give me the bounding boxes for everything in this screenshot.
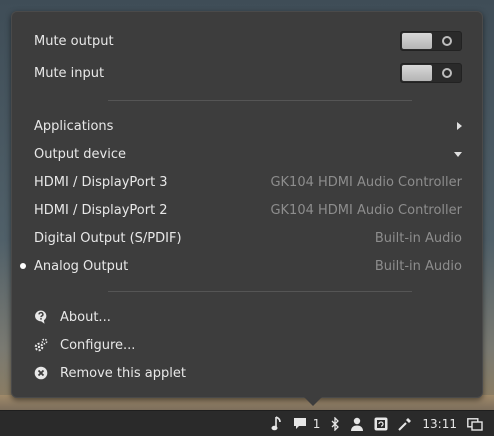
chevron-down-icon [454, 151, 462, 157]
popup-pointer [304, 397, 322, 406]
device-name: Analog Output [34, 258, 129, 274]
separator [108, 291, 412, 292]
music-note-icon[interactable] [271, 415, 283, 432]
sound-applet-menu: Mute output Mute input Applications Outp… [11, 11, 483, 398]
bluetooth-icon[interactable] [330, 416, 340, 431]
device-name: HDMI / DisplayPort 2 [34, 202, 168, 218]
mute-output-switch[interactable] [400, 31, 462, 51]
notifications-applet[interactable]: 1 [293, 416, 321, 431]
applications-submenu[interactable]: Applications [34, 112, 462, 140]
remove-applet-label: Remove this applet [60, 365, 186, 381]
gear-icon [34, 338, 48, 352]
window-list-icon[interactable] [467, 417, 483, 431]
device-item[interactable]: HDMI / DisplayPort 3 GK104 HDMI Audio Co… [34, 168, 462, 196]
mute-output-label: Mute output [34, 33, 114, 49]
update-icon[interactable] [374, 417, 388, 431]
about-label: About... [60, 309, 111, 325]
configure-label: Configure... [60, 337, 136, 353]
output-device-submenu[interactable]: Output device [34, 140, 462, 168]
mute-input-label: Mute input [34, 65, 105, 81]
remove-applet-menu-item[interactable]: Remove this applet [34, 359, 462, 387]
device-description: GK104 HDMI Audio Controller [270, 174, 462, 190]
mute-input-row[interactable]: Mute input [34, 59, 462, 87]
color-picker-icon[interactable] [398, 417, 412, 431]
output-device-label: Output device [34, 146, 126, 162]
device-name: HDMI / DisplayPort 3 [34, 174, 168, 190]
device-description: Built-in Audio [374, 258, 462, 274]
chat-icon [293, 417, 306, 429]
device-item-active[interactable]: Analog Output Built-in Audio [20, 252, 462, 280]
user-icon[interactable] [350, 417, 364, 431]
separator [108, 100, 412, 101]
mute-output-row[interactable]: Mute output [34, 27, 462, 55]
close-circle-icon [34, 366, 48, 380]
mute-input-switch[interactable] [400, 63, 462, 83]
bottom-panel: 1 13:11 [0, 410, 494, 436]
off-indicator-icon [442, 68, 452, 78]
about-menu-item[interactable]: About... [34, 303, 462, 331]
switch-knob [402, 33, 432, 49]
notification-count: 1 [312, 416, 321, 431]
switch-knob [402, 65, 432, 81]
device-description: Built-in Audio [374, 230, 462, 246]
device-description: GK104 HDMI Audio Controller [270, 202, 462, 218]
device-item[interactable]: HDMI / DisplayPort 2 GK104 HDMI Audio Co… [34, 196, 462, 224]
device-name: Digital Output (S/PDIF) [34, 230, 182, 246]
off-indicator-icon [442, 36, 452, 46]
clock[interactable]: 13:11 [422, 417, 457, 431]
device-item[interactable]: Digital Output (S/PDIF) Built-in Audio [34, 224, 462, 252]
active-bullet-icon [20, 263, 26, 269]
chevron-right-icon [457, 122, 462, 130]
applications-label: Applications [34, 118, 114, 134]
help-icon [34, 310, 48, 324]
configure-menu-item[interactable]: Configure... [34, 331, 462, 359]
